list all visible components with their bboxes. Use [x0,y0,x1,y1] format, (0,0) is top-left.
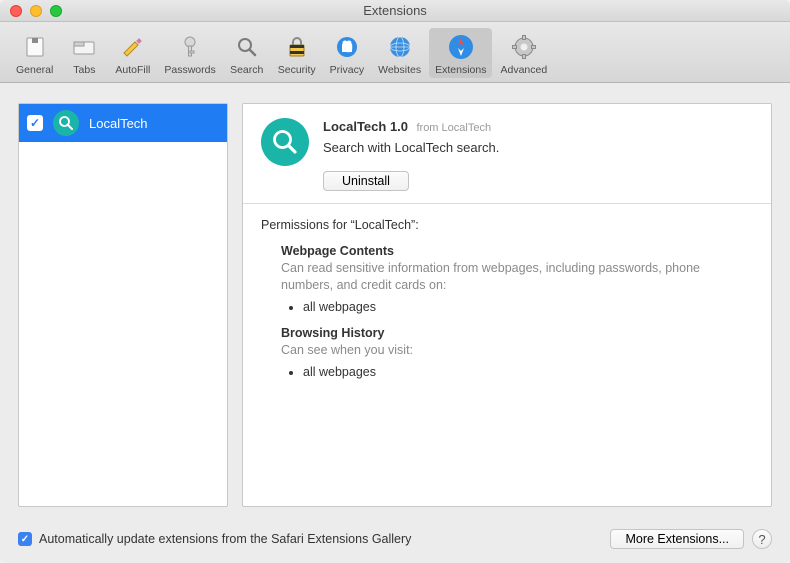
content-area: ✓ LocalTech LocalTech 1.0 from LocalTech… [0,83,790,519]
tab-label: General [16,64,53,76]
extension-author: from LocalTech [416,122,491,134]
tab-websites[interactable]: Websites [372,28,427,78]
permission-group-browsing-history: Browsing History Can see when you visit:… [281,326,753,379]
close-icon[interactable] [10,5,22,17]
tab-label: Security [278,64,316,76]
permissions-title: Permissions for “LocalTech”: [261,218,753,232]
security-icon [282,32,312,62]
extension-detail-icon [261,118,309,166]
maximize-icon[interactable] [50,5,62,17]
sidebar-item-localtech[interactable]: ✓ LocalTech [19,104,227,142]
permission-list: all webpages [303,365,753,379]
permission-item: all webpages [303,300,753,314]
privacy-icon [332,32,362,62]
tab-label: Advanced [500,64,547,76]
tab-label: Extensions [435,64,486,76]
permission-group-title: Webpage Contents [281,244,753,258]
auto-update-row[interactable]: ✓ Automatically update extensions from t… [18,532,411,546]
autofill-icon [118,32,148,62]
preferences-toolbar: General Tabs AutoFill Passwords Search [0,22,790,83]
tab-label: Passwords [164,64,215,76]
permission-group-desc: Can see when you visit: [281,342,753,359]
tab-label: AutoFill [115,64,150,76]
passwords-icon [175,32,205,62]
tab-label: Search [230,64,263,76]
websites-icon [385,32,415,62]
general-icon [20,32,50,62]
detail-title-line: LocalTech 1.0 from LocalTech [323,118,753,136]
minimize-icon[interactable] [30,5,42,17]
tab-general[interactable]: General [10,28,59,78]
extension-title: LocalTech 1.0 [323,119,408,134]
tab-search[interactable]: Search [224,28,270,78]
tab-autofill[interactable]: AutoFill [109,28,156,78]
preferences-window: Extensions General Tabs AutoFill Passwor… [0,0,790,563]
uninstall-button[interactable]: Uninstall [323,171,409,191]
search-icon [232,32,262,62]
permission-item: all webpages [303,365,753,379]
footer: ✓ Automatically update extensions from t… [0,519,790,563]
more-extensions-button[interactable]: More Extensions... [610,529,744,549]
extension-name: LocalTech [89,116,148,131]
extension-icon [53,110,79,136]
auto-update-label: Automatically update extensions from the… [39,532,411,546]
help-button[interactable]: ? [752,529,772,549]
tab-extensions[interactable]: Extensions [429,28,492,78]
detail-info: LocalTech 1.0 from LocalTech Search with… [323,118,753,191]
advanced-icon [509,32,539,62]
titlebar: Extensions [0,0,790,22]
extension-detail-panel: LocalTech 1.0 from LocalTech Search with… [242,103,772,507]
permission-group-webpage-contents: Webpage Contents Can read sensitive info… [281,244,753,314]
tab-label: Privacy [330,64,364,76]
window-title: Extensions [0,3,790,18]
tab-tabs[interactable]: Tabs [61,28,107,78]
tab-advanced[interactable]: Advanced [494,28,553,78]
permissions-section: Permissions for “LocalTech”: Webpage Con… [243,204,771,405]
tab-passwords[interactable]: Passwords [158,28,221,78]
extensions-sidebar: ✓ LocalTech [18,103,228,507]
extensions-icon [446,32,476,62]
permission-group-desc: Can read sensitive information from webp… [281,260,753,294]
traffic-lights [0,5,62,17]
tab-privacy[interactable]: Privacy [324,28,370,78]
auto-update-checkbox[interactable]: ✓ [18,532,32,546]
permission-group-title: Browsing History [281,326,753,340]
tab-label: Websites [378,64,421,76]
detail-header: LocalTech 1.0 from LocalTech Search with… [243,104,771,203]
tabs-icon [69,32,99,62]
tab-security[interactable]: Security [272,28,322,78]
tab-label: Tabs [73,64,95,76]
extension-enabled-checkbox[interactable]: ✓ [27,115,43,131]
extension-description: Search with LocalTech search. [323,140,753,155]
permission-list: all webpages [303,300,753,314]
